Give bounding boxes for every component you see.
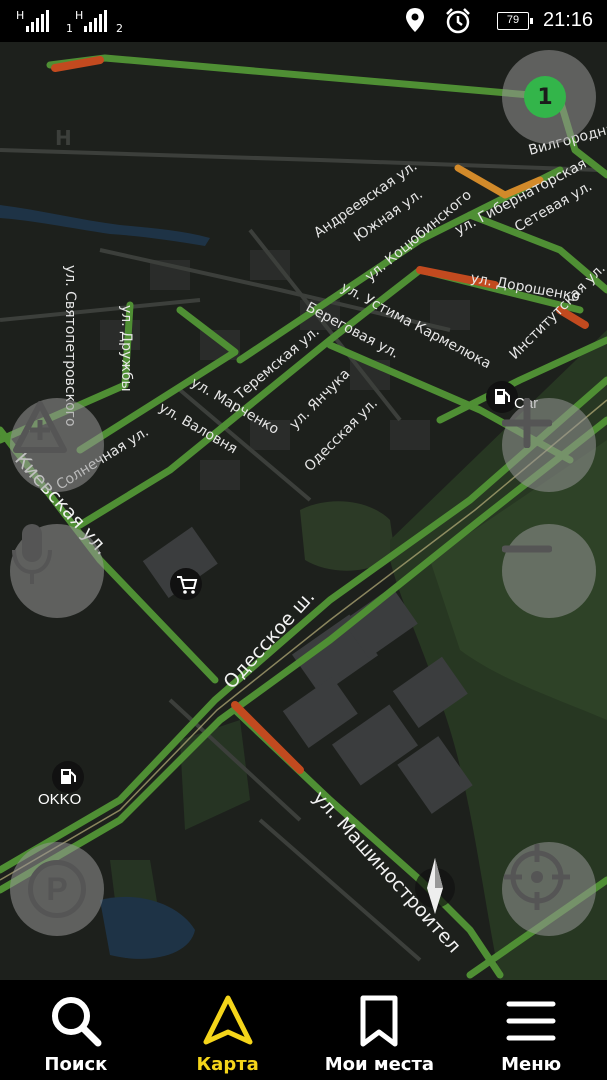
nav-menu[interactable]: Меню	[455, 980, 607, 1080]
locate-button[interactable]	[502, 842, 596, 936]
zoom-out-button[interactable]	[502, 524, 596, 618]
microphone-icon	[12, 524, 52, 584]
shop-poi-icon[interactable]	[170, 568, 202, 600]
parking-icon: P	[28, 860, 86, 918]
traffic-button[interactable]: 1	[502, 50, 596, 144]
street-druzhby: ул. Дружбы	[118, 305, 134, 392]
bookmark-icon	[360, 995, 398, 1047]
nav-map-label: Карта	[196, 1054, 259, 1075]
zoom-in-button[interactable]	[502, 398, 596, 492]
sim2-index: 2	[116, 22, 123, 35]
location-icon	[406, 8, 424, 32]
navigator-triangle-icon	[203, 995, 253, 1045]
nav-my-places-label: Мои места	[324, 1054, 435, 1075]
bottom-navigation: Поиск Карта Мои места Меню	[0, 980, 607, 1080]
traffic-level-badge: 1	[524, 76, 566, 118]
sim2-signal-icon	[84, 10, 107, 32]
nav-my-places[interactable]: Мои места	[304, 980, 456, 1080]
minus-icon	[502, 545, 552, 553]
voice-search-button[interactable]	[10, 524, 104, 618]
nav-menu-label: Меню	[501, 1054, 562, 1075]
nav-map[interactable]: Карта	[152, 980, 304, 1080]
clock: 21:16	[543, 9, 594, 31]
plus-icon	[502, 398, 552, 448]
map-canvas: Андреевская ул. Южная ул. ул. Коцюбинско…	[0, 42, 607, 980]
gas-station-label: OKKO	[38, 791, 81, 808]
sim2-network-type: H	[75, 9, 84, 22]
status-bar: H 1 H 2 79 21:16	[0, 0, 607, 42]
sim1-network-type: H	[16, 9, 25, 22]
locate-icon	[504, 844, 570, 910]
route-triangle-icon	[13, 401, 67, 453]
battery-icon: 79	[497, 12, 533, 30]
map-view[interactable]: Андреевская ул. Южная ул. ул. Коцюбинско…	[0, 42, 607, 980]
svg-text:H: H	[55, 126, 72, 150]
gas-station-icon[interactable]	[52, 761, 84, 793]
sim1-signal-icon	[26, 10, 49, 32]
route-button[interactable]	[10, 398, 104, 492]
nav-search-label: Поиск	[44, 1054, 108, 1075]
parking-label: P	[46, 870, 68, 907]
search-icon	[51, 997, 102, 1047]
alarm-icon	[446, 8, 470, 34]
nav-search[interactable]: Поиск	[0, 980, 152, 1080]
hamburger-menu-icon	[506, 1001, 556, 1041]
sim1-index: 1	[66, 22, 73, 35]
parking-button[interactable]: P	[10, 842, 104, 936]
